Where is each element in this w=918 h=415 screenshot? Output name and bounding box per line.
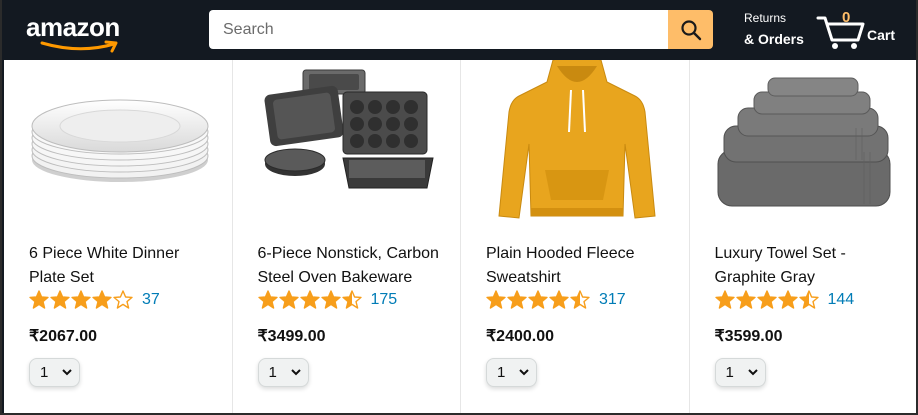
star-full-icon (714, 290, 735, 309)
rating-stars (29, 290, 134, 310)
search-input[interactable] (209, 10, 669, 49)
quantity-value: 1 (268, 364, 277, 381)
product-price: ₹3499.00 (257, 328, 326, 345)
star-full-icon (486, 290, 506, 309)
chevron-down-icon (519, 369, 529, 376)
product-card: 6 Piece White Dinner Plate Set 37 ₹2067.… (4, 60, 233, 413)
product-card: 6-Piece Nonstick, Carbon Steel Oven Bake… (233, 60, 461, 413)
search-button[interactable] (668, 10, 713, 49)
search-icon (680, 19, 701, 40)
rating-count[interactable]: 175 (371, 291, 398, 309)
star-full-icon (50, 290, 70, 309)
app-frame: amazon Returns & Orders (0, 0, 918, 415)
product-rating: 175 (257, 290, 398, 310)
star-full-icon (320, 290, 341, 309)
cart-icon (816, 16, 865, 49)
chevron-down-icon (62, 369, 72, 376)
product-name[interactable]: 6-Piece Nonstick, Carbon Steel Oven Bake… (258, 242, 448, 286)
product-rating: 317 (486, 290, 626, 310)
quantity-select[interactable]: 1 (486, 358, 537, 387)
quantity-select[interactable]: 1 (714, 358, 766, 387)
rating-stars (486, 290, 591, 310)
quantity-select[interactable]: 1 (29, 358, 80, 387)
star-full-icon (29, 290, 49, 309)
product-name[interactable]: Luxury Towel Set - Graphite Gray (715, 242, 905, 286)
product-price: ₹3599.00 (714, 328, 783, 345)
star-full-icon (257, 290, 278, 309)
star-full-icon (777, 290, 798, 309)
returns-orders-link[interactable]: Returns & Orders (744, 11, 804, 52)
orders-label: & Orders (744, 31, 804, 47)
star-full-icon (756, 290, 777, 309)
product-card: Luxury Towel Set - Graphite Gray 144 ₹35… (690, 60, 917, 413)
quantity-value: 1 (497, 364, 506, 381)
star-empty-icon (113, 290, 133, 309)
star-full-icon (71, 290, 91, 309)
cart-link[interactable]: 0 Cart (816, 8, 906, 52)
star-full-icon (735, 290, 756, 309)
returns-label: Returns (744, 11, 787, 25)
quantity-select[interactable]: 1 (257, 358, 309, 387)
product-rating: 144 (714, 290, 855, 310)
top-header: amazon Returns & Orders (2, 0, 916, 60)
yellow-hoodie-image[interactable] (485, 56, 669, 230)
star-half-icon (570, 290, 590, 309)
amazon-logo[interactable]: amazon (26, 12, 136, 53)
cart-count: 0 (842, 9, 851, 26)
star-half-icon (341, 290, 362, 309)
star-full-icon (528, 290, 548, 309)
bakeware-set-image[interactable] (257, 60, 441, 230)
product-price: ₹2067.00 (29, 328, 98, 345)
chevron-down-icon (290, 369, 301, 376)
product-price: ₹2400.00 (486, 328, 555, 345)
star-full-icon (92, 290, 112, 309)
product-name[interactable]: Plain Hooded Fleece Sweatshirt (486, 242, 676, 286)
rating-count[interactable]: 37 (142, 291, 160, 309)
quantity-value: 1 (40, 364, 49, 381)
star-full-icon (299, 290, 320, 309)
search-bar (209, 10, 713, 49)
product-grid: 6 Piece White Dinner Plate Set 37 ₹2067.… (4, 56, 917, 413)
star-half-icon (798, 290, 819, 309)
rating-count[interactable]: 317 (599, 291, 626, 309)
chevron-down-icon (747, 369, 758, 376)
dinner-plates-image[interactable] (28, 60, 212, 230)
towel-set-image[interactable] (714, 60, 898, 230)
cart-label: Cart (867, 27, 896, 43)
smile-arrow-icon (40, 40, 118, 53)
rating-count[interactable]: 144 (828, 291, 855, 309)
product-name[interactable]: 6 Piece White Dinner Plate Set (29, 242, 219, 286)
star-full-icon (278, 290, 299, 309)
rating-stars (257, 290, 363, 310)
quantity-value: 1 (725, 364, 734, 381)
rating-stars (714, 290, 820, 310)
product-rating: 37 (29, 290, 160, 310)
star-full-icon (507, 290, 527, 309)
star-full-icon (549, 290, 569, 309)
logo-text: amazon (26, 12, 120, 42)
product-card: Plain Hooded Fleece Sweatshirt 317 ₹2400… (461, 56, 690, 413)
